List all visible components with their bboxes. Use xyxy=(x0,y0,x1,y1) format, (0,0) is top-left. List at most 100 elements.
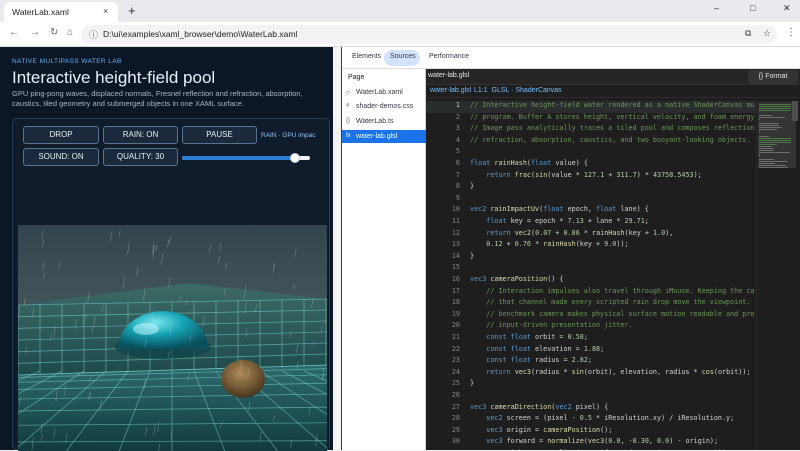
code-line[interactable]: 29 vec3 origin = cameraPosition(); xyxy=(426,426,756,438)
quality-slider-thumb[interactable] xyxy=(290,153,300,163)
url-text[interactable]: D:\ui\examples\xaml_browser\demo\WaterLa… xyxy=(103,29,297,39)
pause-button[interactable]: PAUSE xyxy=(182,126,257,144)
code-line[interactable]: 23 const float radius = 2.82; xyxy=(426,356,756,368)
code-line[interactable]: 26 xyxy=(426,391,756,403)
line-number[interactable]: 24 xyxy=(426,368,460,376)
home-icon[interactable]: ⌂ xyxy=(67,27,73,38)
new-tab-icon[interactable]: + xyxy=(128,3,136,18)
file-item-water-lab-glsl[interactable]: fx water-lab.glsl xyxy=(342,130,426,143)
minimap-line xyxy=(759,161,788,162)
code-line[interactable]: 11 float key = epoch * 7.13 + lane * 29.… xyxy=(426,217,756,229)
sound-toggle-button[interactable]: SOUND: ON xyxy=(23,148,99,166)
rain-toggle-button[interactable]: RAIN: ON xyxy=(103,126,178,144)
browser-tab[interactable]: WaterLab.xaml × xyxy=(4,2,118,22)
code-line[interactable]: 27vec3 cameraDirection(vec2 pixel) { xyxy=(426,403,756,415)
line-number[interactable]: 20 xyxy=(426,321,460,329)
tab-elements[interactable]: Elements xyxy=(352,53,381,60)
tab-performance[interactable]: Performance xyxy=(429,53,469,60)
code-line[interactable]: 15 xyxy=(426,263,756,275)
line-number[interactable]: 7 xyxy=(426,171,460,179)
line-number[interactable]: 5 xyxy=(426,147,460,155)
line-number[interactable]: 22 xyxy=(426,345,460,353)
maximize-icon[interactable]: □ xyxy=(750,3,755,13)
minimize-icon[interactable]: – xyxy=(714,3,719,13)
line-number[interactable]: 15 xyxy=(426,263,460,271)
code-line[interactable]: 10vec2 rainImpactUv(float epoch, float l… xyxy=(426,205,756,217)
code-line[interactable]: 18 // that channel made every scripted r… xyxy=(426,298,756,310)
line-number[interactable]: 21 xyxy=(426,333,460,341)
code-line[interactable]: 12 return vec2(0.07 + 0.86 * rainHash(ke… xyxy=(426,229,756,241)
drop-button[interactable]: DROP xyxy=(23,126,99,144)
line-number[interactable]: 23 xyxy=(426,356,460,364)
line-number[interactable]: 12 xyxy=(426,229,460,237)
line-number[interactable]: 17 xyxy=(426,287,460,295)
quality-button[interactable]: QUALITY: 30 xyxy=(103,148,178,166)
address-bar[interactable]: ⓘ D:\ui\examples\xaml_browser\demo\Water… xyxy=(81,25,777,44)
code-line[interactable]: 30 vec3 forward = normalize(vec3(0.0, -0… xyxy=(426,437,756,449)
minimap-line xyxy=(759,150,773,151)
code-line[interactable]: 24 return vec3(radius * sin(orbit), elev… xyxy=(426,368,756,380)
line-number[interactable]: 8 xyxy=(426,182,460,190)
browser-toolbar: ← → ↻ ⌂ ⓘ D:\ui\examples\xaml_browser\de… xyxy=(0,22,800,47)
code-text: // Image pass analytically traces a tile… xyxy=(470,124,754,132)
line-number[interactable]: 16 xyxy=(426,275,460,283)
open-file-tab[interactable]: water-lab.glsl xyxy=(428,72,469,79)
line-number[interactable]: 14 xyxy=(426,252,460,260)
file-item-waterlab-ts[interactable]: {} WaterLab.ts xyxy=(342,115,426,128)
line-number[interactable]: 29 xyxy=(426,426,460,434)
code-line[interactable]: 7 return frac(sin(value * 127.1 + 311.7)… xyxy=(426,171,756,183)
line-number[interactable]: 4 xyxy=(426,136,460,144)
code-view[interactable]: 1// Interactive height-field water rende… xyxy=(426,101,756,450)
code-line[interactable]: 20 // input-driven presentation jitter. xyxy=(426,321,756,333)
code-line[interactable]: 19 // benchmark camera makes physical su… xyxy=(426,310,756,322)
line-number[interactable]: 6 xyxy=(426,159,460,167)
line-number[interactable]: 25 xyxy=(426,379,460,387)
reload-icon[interactable]: ↻ xyxy=(50,27,58,38)
page-info-icon[interactable]: ⓘ xyxy=(89,28,98,41)
back-icon[interactable]: ← xyxy=(9,27,19,38)
line-number[interactable]: 28 xyxy=(426,414,460,422)
water-canvas[interactable] xyxy=(18,225,327,451)
code-line[interactable]: 22 const float elevation = 1.88; xyxy=(426,345,756,357)
line-number[interactable]: 1 xyxy=(426,101,460,109)
code-line[interactable]: 5 xyxy=(426,147,756,159)
code-line[interactable]: 17 // Interaction impulses also travel t… xyxy=(426,287,756,299)
line-number[interactable]: 13 xyxy=(426,240,460,248)
line-number[interactable]: 19 xyxy=(426,310,460,318)
tab-close-icon[interactable]: × xyxy=(103,6,108,16)
extensions-icon[interactable]: ⧉ xyxy=(745,28,751,39)
code-line[interactable]: 9 xyxy=(426,194,756,206)
code-line[interactable]: 16vec3 cameraPosition() { xyxy=(426,275,756,287)
file-item-waterlab-xaml[interactable]: ◇ WaterLab.xaml xyxy=(342,86,426,99)
code-line[interactable]: 21 const float orbit = 0.58; xyxy=(426,333,756,345)
line-number[interactable]: 30 xyxy=(426,437,460,445)
code-line[interactable]: 14} xyxy=(426,252,756,264)
code-line[interactable]: 6float rainHash(float value) { xyxy=(426,159,756,171)
close-window-icon[interactable]: ✕ xyxy=(783,3,791,14)
line-number[interactable]: 27 xyxy=(426,403,460,411)
bookmark-star-icon[interactable]: ☆ xyxy=(763,28,771,39)
editor-minimap[interactable] xyxy=(756,101,800,450)
browser-menu-icon[interactable]: ⋮ xyxy=(786,27,796,38)
file-item-shader-demos-css[interactable]: # shader-demos.css xyxy=(342,100,426,113)
code-line[interactable]: 13 0.12 + 0.76 * rainHash(key + 9.0)); xyxy=(426,240,756,252)
code-line[interactable]: 8} xyxy=(426,182,756,194)
line-number[interactable]: 18 xyxy=(426,298,460,306)
format-button[interactable]: {} Format xyxy=(748,70,798,84)
code-line[interactable]: 1// Interactive height-field water rende… xyxy=(426,101,756,113)
line-number[interactable]: 11 xyxy=(426,217,460,225)
file-item-label: WaterLab.ts xyxy=(356,118,393,125)
tab-sources[interactable]: Sources xyxy=(390,53,416,60)
line-number[interactable]: 3 xyxy=(426,124,460,132)
forward-icon[interactable]: → xyxy=(30,27,40,38)
line-number[interactable]: 10 xyxy=(426,205,460,213)
editor-scrollbar[interactable] xyxy=(792,101,798,121)
code-line[interactable]: 28 vec2 screen = (pixel - 0.5 * iResolut… xyxy=(426,414,756,426)
line-number[interactable]: 2 xyxy=(426,113,460,121)
code-line[interactable]: 4// refraction, absorption, caustics, an… xyxy=(426,136,756,148)
code-line[interactable]: 2// program. Buffer A stores height, ver… xyxy=(426,113,756,125)
line-number[interactable]: 9 xyxy=(426,194,460,202)
code-line[interactable]: 3 // Image pass analytically traces a til… xyxy=(426,124,756,136)
code-line[interactable]: 25} xyxy=(426,379,756,391)
line-number[interactable]: 26 xyxy=(426,391,460,399)
